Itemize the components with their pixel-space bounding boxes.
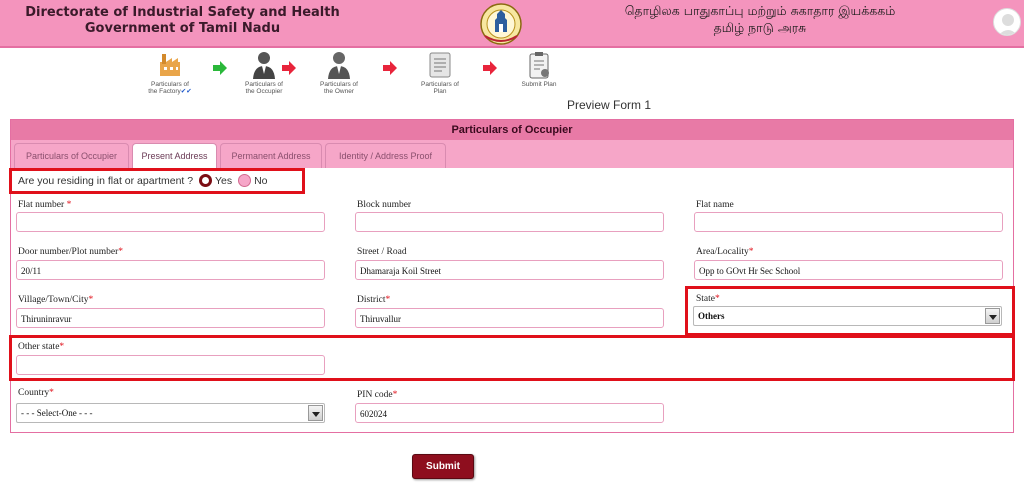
arrow-right-green-icon bbox=[213, 61, 227, 75]
flat-number-label: Flat number * bbox=[18, 200, 72, 210]
radio-no-label: No bbox=[254, 175, 268, 187]
flat-name-label: Flat name bbox=[696, 200, 734, 210]
state-select[interactable]: Others bbox=[693, 306, 1002, 326]
residing-question-label: Are you residing in flat or apartment ? bbox=[18, 175, 194, 187]
state-selected-value: Others bbox=[698, 311, 725, 321]
country-label: Country* bbox=[18, 388, 54, 398]
tab-bar: Particulars of Occupier Present Address … bbox=[11, 140, 1013, 169]
header-tamil-line2: தமிழ் நாடு அரசு bbox=[713, 20, 807, 35]
district-label: District* bbox=[357, 295, 391, 305]
panel-title: Particulars of Occupier bbox=[11, 120, 1013, 140]
block-number-label: Block number bbox=[357, 200, 412, 210]
step-label: Particulars of the Occupier bbox=[245, 81, 283, 95]
other-state-input[interactable] bbox=[16, 355, 325, 375]
tab-present-address[interactable]: Present Address bbox=[132, 143, 217, 169]
chevron-down-icon[interactable] bbox=[985, 308, 1000, 324]
user-icon bbox=[998, 14, 1018, 35]
step-label: Particulars of Plan bbox=[421, 81, 459, 95]
header-title-line2: Government of Tamil Nadu bbox=[84, 21, 281, 36]
step-particulars-factory[interactable]: Particulars of the Factory✔✔ bbox=[135, 50, 205, 95]
preview-form-link[interactable]: Preview Form 1 bbox=[567, 98, 651, 112]
arrow-right-red-icon bbox=[383, 61, 397, 75]
header-title-line1: Directorate of Industrial Safety and Hea… bbox=[25, 5, 340, 20]
village-input[interactable]: Thiruninravur bbox=[16, 308, 325, 328]
door-number-input[interactable]: 20/11 bbox=[16, 260, 325, 280]
factory-icon bbox=[160, 54, 180, 76]
submit-button[interactable]: Submit bbox=[412, 454, 474, 479]
flat-name-input[interactable] bbox=[694, 212, 1003, 232]
tab-particulars-of-occupier[interactable]: Particulars of Occupier bbox=[14, 143, 129, 168]
plan-document-icon bbox=[429, 52, 451, 78]
district-input[interactable]: Thiruvallur bbox=[355, 308, 664, 328]
door-number-label: Door number/Plot number* bbox=[18, 247, 124, 257]
radio-no[interactable] bbox=[238, 174, 252, 187]
country-select[interactable]: - - - Select-One - - - bbox=[16, 403, 325, 423]
arrow-right-red-icon bbox=[282, 61, 296, 75]
residing-flat-question: Are you residing in flat or apartment ? … bbox=[9, 168, 305, 194]
chevron-down-icon[interactable] bbox=[308, 405, 323, 421]
step-submit-plan[interactable]: Submit Plan bbox=[504, 50, 574, 88]
street-label: Street / Road bbox=[357, 247, 407, 257]
pin-code-label: PIN code* bbox=[357, 390, 398, 400]
area-input[interactable]: Opp to GOvt Hr Sec School bbox=[694, 260, 1003, 280]
area-label: Area/Locality* bbox=[696, 247, 754, 257]
radio-yes[interactable] bbox=[199, 174, 213, 187]
header-english-title: Directorate of Industrial Safety and Hea… bbox=[0, 5, 365, 37]
occupier-person-icon bbox=[253, 52, 275, 79]
block-number-input[interactable] bbox=[355, 212, 664, 232]
arrow-right-red-icon bbox=[483, 61, 497, 75]
step-particulars-plan[interactable]: Particulars of Plan bbox=[405, 50, 475, 95]
tab-permanent-address[interactable]: Permanent Address bbox=[220, 143, 322, 168]
step-label: Particulars of the Owner bbox=[320, 81, 358, 95]
village-label: Village/Town/City* bbox=[18, 295, 94, 305]
step-label: Particulars of the Factory✔✔ bbox=[148, 81, 192, 95]
site-header: Directorate of Industrial Safety and Hea… bbox=[0, 0, 1024, 48]
user-avatar[interactable] bbox=[993, 8, 1021, 36]
radio-yes-label: Yes bbox=[215, 175, 233, 187]
other-state-label: Other state* bbox=[18, 342, 65, 352]
header-tamil-title: தொழிலக பாதுகாப்பு மற்றும் சுகாதார இயக்கக… bbox=[570, 2, 950, 36]
completed-check-icon: ✔✔ bbox=[180, 88, 192, 95]
owner-person-icon bbox=[328, 52, 350, 79]
tamil-nadu-emblem-icon bbox=[480, 3, 522, 45]
country-selected-value: - - - Select-One - - - bbox=[21, 408, 93, 418]
street-input[interactable]: Dhamaraja Koil Street bbox=[355, 260, 664, 280]
flat-number-input[interactable] bbox=[16, 212, 325, 232]
state-label: State* bbox=[696, 294, 720, 304]
pin-code-input[interactable]: 602024 bbox=[355, 403, 664, 423]
tab-identity-address-proof[interactable]: Identity / Address Proof bbox=[325, 143, 446, 168]
step-label: Submit Plan bbox=[521, 81, 557, 88]
header-tamil-line1: தொழிலக பாதுகாப்பு மற்றும் சுகாதார இயக்கக… bbox=[624, 3, 896, 18]
step-particulars-owner[interactable]: Particulars of the Owner bbox=[304, 50, 374, 95]
clipboard-check-icon bbox=[529, 52, 549, 79]
